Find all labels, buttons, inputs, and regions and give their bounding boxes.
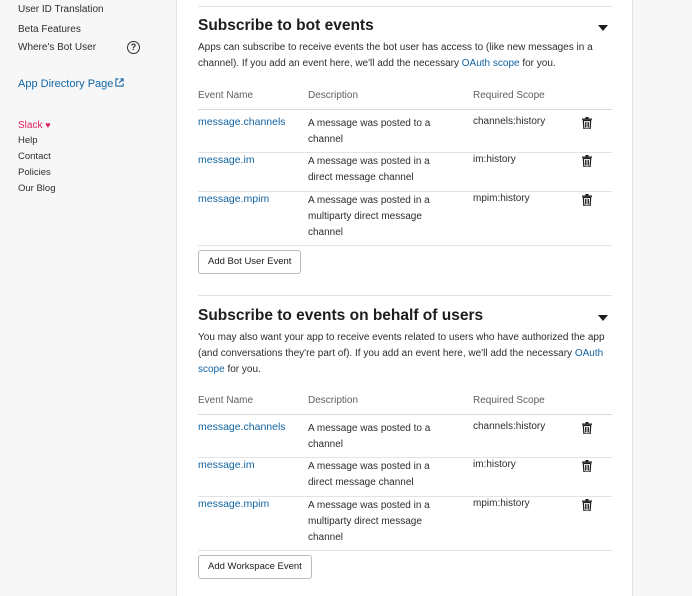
table-row: message.mpim A message was posted in a m… xyxy=(198,192,612,246)
divider xyxy=(198,295,612,296)
table-row: message.mpim A message was posted in a m… xyxy=(198,497,612,551)
event-name-link[interactable]: message.mpim xyxy=(198,498,269,510)
oauth-scope-link[interactable]: OAuth scope xyxy=(462,58,520,69)
footer-link-contact[interactable]: Contact xyxy=(18,150,51,164)
trash-icon[interactable] xyxy=(582,460,592,472)
caret-down-icon[interactable] xyxy=(598,315,608,321)
event-name-link[interactable]: message.im xyxy=(198,154,255,166)
trash-icon[interactable] xyxy=(582,499,592,511)
event-scope: mpim:history xyxy=(473,498,530,509)
divider xyxy=(198,109,612,110)
event-name-link[interactable]: message.im xyxy=(198,459,255,471)
trash-icon[interactable] xyxy=(582,194,592,206)
column-header-event-name: Event Name xyxy=(198,90,254,101)
add-bot-user-event-button[interactable]: Add Bot User Event xyxy=(198,250,302,274)
event-subscriptions-card: Subscribe to bot events Apps can subscri… xyxy=(176,0,633,596)
trash-icon[interactable] xyxy=(582,117,592,129)
sidebar-item-beta-features[interactable]: Beta Features xyxy=(18,23,81,37)
footer-link-help[interactable]: Help xyxy=(18,134,38,148)
trash-icon[interactable] xyxy=(582,155,592,167)
event-name-link[interactable]: message.channels xyxy=(198,421,286,433)
bot-events-title: Subscribe to bot events xyxy=(198,17,374,34)
divider xyxy=(198,6,612,7)
table-row: message.im A message was posted in a dir… xyxy=(198,153,612,192)
event-name-link[interactable]: message.channels xyxy=(198,116,286,128)
event-scope: channels:history xyxy=(473,421,546,432)
sidebar-item-wheres-bot-user[interactable]: Where's Bot User xyxy=(18,41,96,55)
event-description: A message was posted in a direct message… xyxy=(308,461,430,488)
divider xyxy=(198,245,612,246)
description-text: for you. xyxy=(224,364,261,375)
column-header-description: Description xyxy=(308,90,359,101)
divider xyxy=(198,550,612,551)
sidebar: User ID Translation Beta Features Where'… xyxy=(0,0,170,596)
event-description: A message was posted in a direct message… xyxy=(308,156,430,183)
table-row: message.channels A message was posted to… xyxy=(198,421,612,458)
sidebar-item-user-id-translation[interactable]: User ID Translation xyxy=(18,3,104,17)
user-events-title: Subscribe to events on behalf of users xyxy=(198,307,484,324)
divider xyxy=(198,414,612,415)
event-description: A message was posted to a channel xyxy=(308,423,431,450)
event-description: A message was posted in a multiparty dir… xyxy=(308,195,430,238)
event-description: A message was posted in a multiparty dir… xyxy=(308,500,430,543)
column-header-required-scope: Required Scope xyxy=(473,395,545,406)
footer-link-our-blog[interactable]: Our Blog xyxy=(18,182,56,196)
app-directory-label: App Directory Page xyxy=(18,78,114,90)
event-scope: im:history xyxy=(473,154,516,165)
description-text: for you. xyxy=(519,58,556,69)
footer-link-policies[interactable]: Policies xyxy=(18,166,51,180)
column-header-description: Description xyxy=(308,395,359,406)
footer-slack[interactable]: Slack ♥ xyxy=(18,118,51,133)
app-directory-link[interactable]: App Directory Page xyxy=(18,78,125,90)
heart-icon: ♥ xyxy=(45,120,51,130)
event-description: A message was posted to a channel xyxy=(308,118,431,145)
help-icon[interactable]: ? xyxy=(127,41,140,54)
column-header-required-scope: Required Scope xyxy=(473,90,545,101)
event-scope: mpim:history xyxy=(473,193,530,204)
table-row: message.channels A message was posted to… xyxy=(198,116,612,153)
table-row: message.im A message was posted in a dir… xyxy=(198,458,612,497)
bot-events-description: Apps can subscribe to receive events the… xyxy=(198,40,612,72)
event-name-link[interactable]: message.mpim xyxy=(198,193,269,205)
footer-slack-label: Slack xyxy=(18,120,43,131)
event-scope: channels:history xyxy=(473,116,546,127)
user-events-description: You may also want your app to receive ev… xyxy=(198,330,612,378)
column-header-event-name: Event Name xyxy=(198,395,254,406)
event-scope: im:history xyxy=(473,459,516,470)
description-text: You may also want your app to receive ev… xyxy=(198,332,605,359)
add-workspace-event-button[interactable]: Add Workspace Event xyxy=(198,555,312,579)
caret-down-icon[interactable] xyxy=(598,25,608,31)
external-link-icon xyxy=(115,78,125,87)
trash-icon[interactable] xyxy=(582,422,592,434)
